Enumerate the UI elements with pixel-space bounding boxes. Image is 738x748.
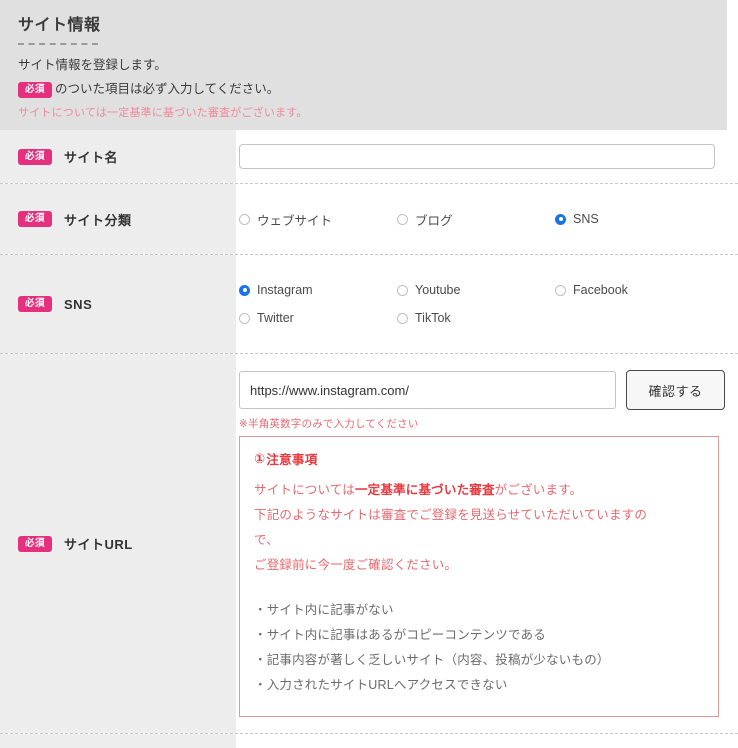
radio-option-blog-label: ブログ xyxy=(415,213,453,228)
radio-option-instagram-label: Instagram xyxy=(257,283,313,297)
row-sns-label-cell: 必須 SNS xyxy=(0,255,236,353)
radio-option-youtube[interactable]: Youtube xyxy=(397,283,555,297)
radio-circle-selected-icon xyxy=(555,213,566,225)
radio-option-sns[interactable]: SNS xyxy=(555,210,713,229)
row-site-category-field-cell: ウェブサイト ブログ SNS xyxy=(236,184,738,254)
site-url-input[interactable] xyxy=(239,371,616,409)
notice-paragraph-4: ご登録前に今一度ご確認ください。 xyxy=(254,558,458,572)
radio-circle-icon xyxy=(397,213,408,225)
radio-option-twitter-label: Twitter xyxy=(257,311,294,325)
form-rows: 必須 サイト名 必須 サイト分類 ウェブサイト ブログ SNS 必須 SNS I… xyxy=(0,130,738,748)
radio-circle-icon xyxy=(397,312,408,324)
row-site-name: 必須 サイト名 xyxy=(0,130,738,184)
notice-p1-pre: サイトについては xyxy=(254,483,355,497)
notice-paragraph-3: で、 xyxy=(254,533,279,547)
row-sns-label: SNS xyxy=(64,296,93,312)
title-underline-dashes xyxy=(18,43,98,45)
notice-p1-post: がございます。 xyxy=(494,483,583,497)
row-site-name-label: サイト名 xyxy=(64,150,119,165)
next-row-field-cell xyxy=(236,734,738,748)
radio-option-website[interactable]: ウェブサイト xyxy=(239,210,397,229)
header-description: サイト情報を登録します。 xyxy=(18,58,167,72)
radio-circle-icon xyxy=(239,213,250,225)
radio-circle-icon xyxy=(239,312,250,324)
radio-option-website-label: ウェブサイト xyxy=(257,213,333,228)
row-sns: 必須 SNS Instagram Youtube Facebook Twitte… xyxy=(0,255,738,354)
header-panel: サイト情報 サイト情報を登録します。 必須 のついた項目は必ず入力してください。… xyxy=(0,0,727,130)
notice-p1-strong: 一定基準に基づいた審査 xyxy=(354,483,495,497)
radio-option-sns-label: SNS xyxy=(573,212,599,226)
required-badge: 必須 xyxy=(18,211,53,227)
row-site-url-field-cell: 確認する ※半角英数字のみで入力してください ① 注意事項 サイトについては一定… xyxy=(236,354,738,733)
row-site-category-label-cell: 必須 サイト分類 xyxy=(0,184,236,254)
radio-option-instagram[interactable]: Instagram xyxy=(239,283,397,297)
required-badge: 必須 xyxy=(18,148,53,165)
notice-paragraph-2: 下記のようなサイトは審査でご登録を見送らせていただいていますの xyxy=(254,508,648,522)
radio-circle-icon xyxy=(397,284,408,296)
radio-circle-icon xyxy=(555,284,566,296)
list-item: ・入力されたサイトURLへアクセスできない xyxy=(254,678,508,692)
list-item: ・サイト内に記事はあるがコピーコンテンツである xyxy=(254,628,546,642)
list-item: ・サイト内に記事がない xyxy=(254,603,394,617)
radio-option-facebook-label: Facebook xyxy=(573,283,628,297)
row-site-url: 必須 サイトURL 確認する ※半角英数字のみで入力してください ① 注意事項 … xyxy=(0,354,738,734)
confirm-button[interactable]: 確認する xyxy=(626,370,725,410)
notice-rejection-list: ・サイト内に記事がない ・サイト内に記事はあるがコピーコンテンツである ・記事内… xyxy=(254,598,704,698)
warning-circle-icon: ① xyxy=(254,451,266,466)
row-site-url-label: サイトURL xyxy=(64,537,133,552)
row-site-name-field-cell xyxy=(236,130,738,183)
row-site-category-label: サイト分類 xyxy=(64,212,132,228)
site-url-hint: ※半角英数字のみで入力してください xyxy=(239,418,419,430)
header-required-legend-text: のついた項目は必ず入力してください。 xyxy=(55,82,280,96)
notice-title-row: ① 注意事項 xyxy=(254,449,704,468)
site-url-input-line: 確認する xyxy=(239,370,738,410)
row-site-name-label-cell: 必須 サイト名 xyxy=(0,130,236,183)
radio-option-youtube-label: Youtube xyxy=(415,283,461,297)
next-row-partial xyxy=(0,734,738,748)
next-row-label-cell xyxy=(0,734,236,748)
sns-radio-group: Instagram Youtube Facebook Twitter TikTo… xyxy=(239,283,719,325)
site-category-radio-group: ウェブサイト ブログ SNS xyxy=(239,210,719,229)
notice-box: ① 注意事項 サイトについては一定基準に基づいた審査がございます。 下記のような… xyxy=(239,436,719,717)
required-badge: 必須 xyxy=(18,296,53,312)
radio-option-tiktok-label: TikTok xyxy=(415,311,451,325)
radio-option-blog[interactable]: ブログ xyxy=(397,210,555,229)
site-name-input[interactable] xyxy=(239,144,715,169)
required-badge: 必須 xyxy=(18,535,53,552)
row-site-category: 必須 サイト分類 ウェブサイト ブログ SNS xyxy=(0,184,738,255)
row-site-url-label-cell: 必須 サイトURL xyxy=(0,354,236,733)
radio-option-twitter[interactable]: Twitter xyxy=(239,311,397,325)
radio-circle-selected-icon xyxy=(239,284,250,296)
notice-title: 注意事項 xyxy=(266,453,318,467)
radio-option-tiktok[interactable]: TikTok xyxy=(397,311,555,325)
required-badge: 必須 xyxy=(18,81,53,98)
notice-paragraph-1: サイトについては一定基準に基づいた審査がございます。 xyxy=(254,478,704,503)
list-item: ・記事内容が著しく乏しいサイト（内容、投稿が少ないもの） xyxy=(254,653,610,667)
page-title: サイト情報 xyxy=(18,17,101,34)
header-review-note: サイトについては一定基準に基づいた審査がございます。 xyxy=(18,107,308,119)
header-required-legend: 必須 のついた項目は必ず入力してください。 xyxy=(18,79,727,100)
row-sns-field-cell: Instagram Youtube Facebook Twitter TikTo… xyxy=(236,255,738,353)
radio-option-facebook[interactable]: Facebook xyxy=(555,283,713,297)
site-info-form-page: サイト情報 サイト情報を登録します。 必須 のついた項目は必ず入力してください。… xyxy=(0,0,738,748)
